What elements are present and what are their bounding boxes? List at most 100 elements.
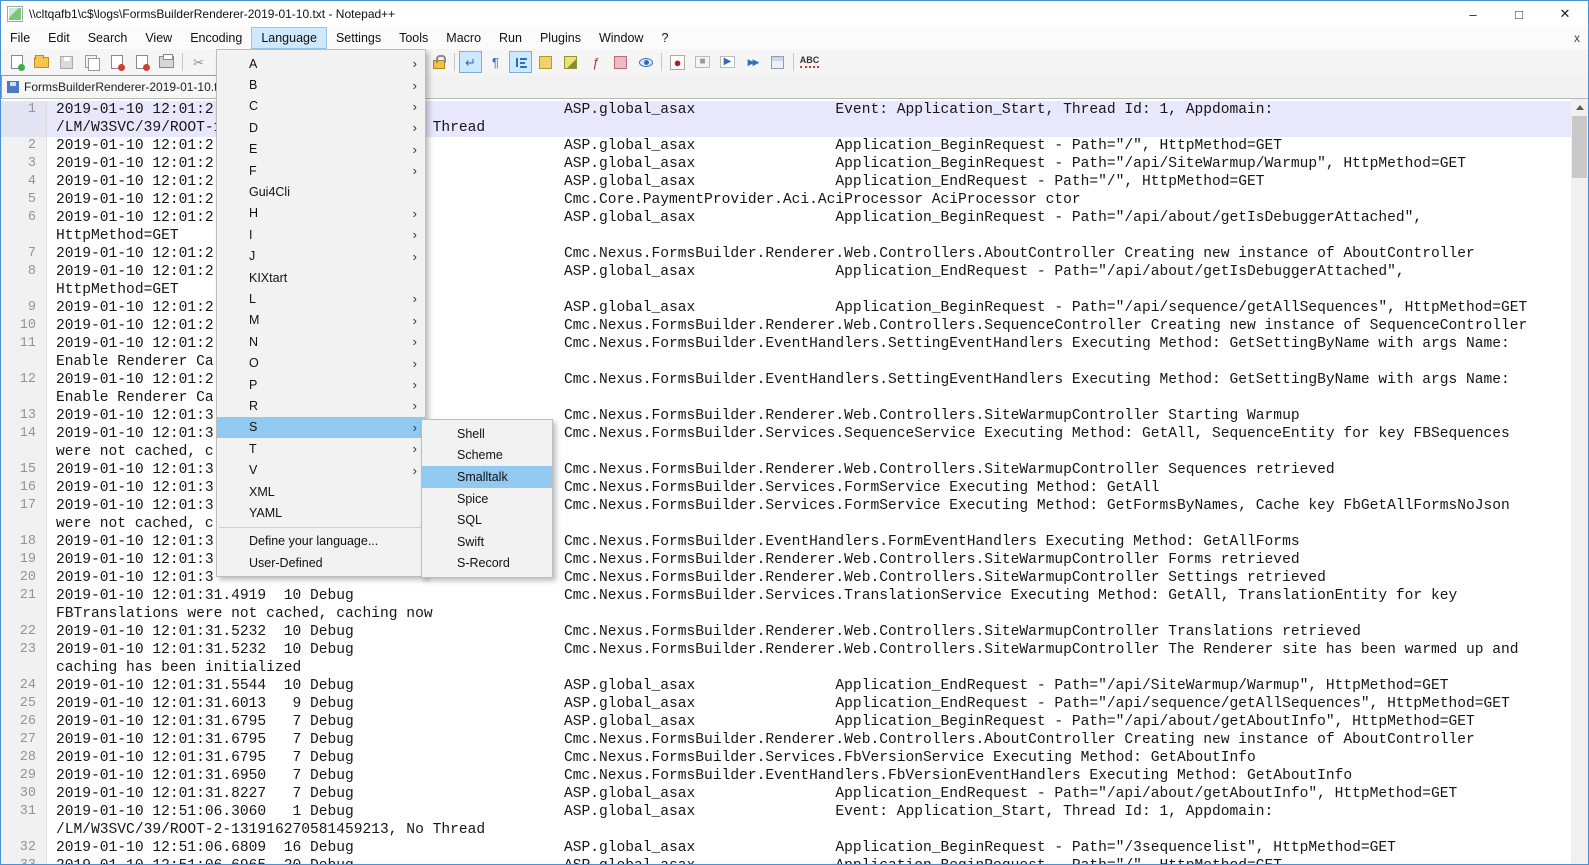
language-menu-item-l[interactable]: L› — [217, 288, 425, 309]
line-number: 33 — [1, 857, 47, 864]
submenu-item-smalltalk[interactable]: Smalltalk — [422, 466, 552, 488]
vertical-scrollbar[interactable] — [1571, 99, 1588, 864]
cut-icon: ✂ — [193, 56, 204, 69]
submenu-item-swift[interactable]: Swift — [422, 531, 552, 553]
line-number: 6 — [1, 209, 47, 227]
tab-formsbuilderrenderer[interactable]: FormsBuilderRenderer-2019-01-10.txt ✕ — [1, 75, 252, 98]
language-menu-item-h[interactable]: H› — [217, 203, 425, 224]
print-button[interactable] — [155, 51, 178, 73]
scrollbar-thumb[interactable] — [1572, 116, 1587, 178]
language-menu-item-yaml[interactable]: YAML — [217, 502, 425, 523]
new-file-button[interactable] — [5, 51, 28, 73]
menu-search[interactable]: Search — [79, 27, 137, 49]
log-text-segment: 2019-01-10 12:01:2 — [56, 191, 214, 209]
menu-edit[interactable]: Edit — [39, 27, 79, 49]
line-number: 10 — [1, 317, 47, 335]
folder-as-workspace-button[interactable] — [609, 51, 632, 73]
eye-icon — [639, 58, 653, 67]
save-button[interactable] — [55, 51, 78, 73]
language-menu-item-o[interactable]: O› — [217, 352, 425, 373]
line-number: 18 — [1, 533, 47, 551]
log-row: 312019-01-10 12:51:06.3060 1 DebugASP.gl… — [1, 803, 1571, 821]
language-menu-item-e[interactable]: E› — [217, 139, 425, 160]
log-text-segment: Application_BeginRequest - Path="/api/Si… — [835, 155, 1466, 173]
open-file-button[interactable] — [30, 51, 53, 73]
language-menu-item-r[interactable]: R› — [217, 395, 425, 416]
menu-run[interactable]: Run — [490, 27, 531, 49]
submenu-item-sql[interactable]: SQL — [422, 509, 552, 531]
language-menu-item-xml[interactable]: XML — [217, 481, 425, 502]
run-multiple-icon: ▶▶ — [748, 58, 758, 67]
menu-plugins[interactable]: Plugins — [531, 27, 590, 49]
log-text-segment: ASP.global_asax — [564, 299, 695, 317]
menu-encoding[interactable]: Encoding — [181, 27, 251, 49]
save-all-button[interactable] — [80, 51, 103, 73]
monitoring-button[interactable] — [634, 51, 657, 73]
menu-help[interactable]: ? — [652, 27, 677, 49]
submenu-item-scheme[interactable]: Scheme — [422, 445, 552, 467]
log-text-segment: Application_BeginRequest - Path="/3seque… — [835, 839, 1396, 857]
macro-playback-button[interactable]: ▶ — [716, 51, 739, 73]
log-text-segment: ASP.global_asax — [564, 155, 695, 173]
log-text-segment: 2019-01-10 12:51:06.6965 20 Debug — [56, 857, 354, 864]
submenu-item-shell[interactable]: Shell — [422, 423, 552, 445]
macro-run-multiple-button[interactable]: ▶▶ — [741, 51, 764, 73]
macro-record-button[interactable]: ● — [666, 51, 689, 73]
scroll-up-arrow-icon[interactable] — [1571, 99, 1588, 115]
function-list-button[interactable]: ƒ — [584, 51, 607, 73]
document-map-button[interactable] — [559, 51, 582, 73]
close-document-icon[interactable]: x — [1566, 27, 1588, 49]
maximize-button[interactable]: □ — [1496, 1, 1542, 27]
line-number: 19 — [1, 551, 47, 569]
language-menu-item-s[interactable]: S› — [217, 417, 425, 438]
macro-stop-button[interactable]: ■ — [691, 51, 714, 73]
language-menu-item-j[interactable]: J› — [217, 246, 425, 267]
log-row: 292019-01-10 12:01:31.6950 7 DebugCmc.Ne… — [1, 767, 1571, 785]
macro-save-button[interactable] — [766, 51, 789, 73]
submenu-arrow-icon: › — [413, 377, 417, 392]
language-menu-item-define-your-language-[interactable]: Define your language... — [217, 531, 425, 552]
language-menu-item-p[interactable]: P› — [217, 374, 425, 395]
language-menu-item-a[interactable]: A› — [217, 53, 425, 74]
show-indent-guide-button[interactable] — [509, 51, 532, 73]
log-text-segment: 2019-01-10 12:01:2 — [56, 101, 214, 119]
user-defined-dialog-button[interactable] — [534, 51, 557, 73]
show-all-characters-button[interactable]: ¶ — [484, 51, 507, 73]
language-menu-item-kixtart[interactable]: KIXtart — [217, 267, 425, 288]
spell-check-icon: ABC — [800, 56, 820, 68]
log-line-text: 2019-01-10 12:01:31.5544 10 DebugASP.glo… — [47, 677, 1571, 695]
language-menu-item-v[interactable]: V› — [217, 459, 425, 480]
sync-scrolling-button[interactable] — [427, 51, 450, 73]
word-wrap-button[interactable]: ↵ — [459, 51, 482, 73]
language-menu-item-c[interactable]: C› — [217, 96, 425, 117]
line-number: 7 — [1, 245, 47, 263]
close-button[interactable]: ✕ — [1542, 1, 1588, 27]
language-menu-item-d[interactable]: D› — [217, 117, 425, 138]
close-file-button[interactable] — [105, 51, 128, 73]
language-menu-item-b[interactable]: B› — [217, 74, 425, 95]
minimize-button[interactable]: – — [1450, 1, 1496, 27]
menu-tools[interactable]: Tools — [390, 27, 437, 49]
cut-button[interactable]: ✂ — [187, 51, 210, 73]
log-line-text: /LM/W3SVC/39/ROOT-2-131916270581459213, … — [47, 821, 1571, 839]
close-all-button[interactable] — [130, 51, 153, 73]
menu-file[interactable]: File — [1, 27, 39, 49]
language-menu-item-user-defined[interactable]: User-Defined — [217, 552, 425, 573]
menu-macro[interactable]: Macro — [437, 27, 490, 49]
menu-settings[interactable]: Settings — [327, 27, 390, 49]
submenu-item-s-record[interactable]: S-Record — [422, 553, 552, 575]
menu-item-label: A — [249, 57, 257, 71]
menu-window[interactable]: Window — [590, 27, 652, 49]
menu-view[interactable]: View — [136, 27, 181, 49]
language-menu-item-n[interactable]: N› — [217, 331, 425, 352]
submenu-item-spice[interactable]: Spice — [422, 488, 552, 510]
menu-language[interactable]: Language — [251, 27, 327, 49]
language-menu-item-f[interactable]: F› — [217, 160, 425, 181]
language-menu-item-t[interactable]: T› — [217, 438, 425, 459]
log-text-segment: Application_EndRequest - Path="/api/abou… — [835, 263, 1404, 281]
language-menu-item-i[interactable]: I› — [217, 224, 425, 245]
log-text-segment: 2019-01-10 12:01:3 — [56, 569, 214, 587]
spell-check-button[interactable]: ABC — [798, 51, 821, 73]
language-menu-item-gui4cli[interactable]: Gui4Cli — [217, 181, 425, 202]
language-menu-item-m[interactable]: M› — [217, 310, 425, 331]
